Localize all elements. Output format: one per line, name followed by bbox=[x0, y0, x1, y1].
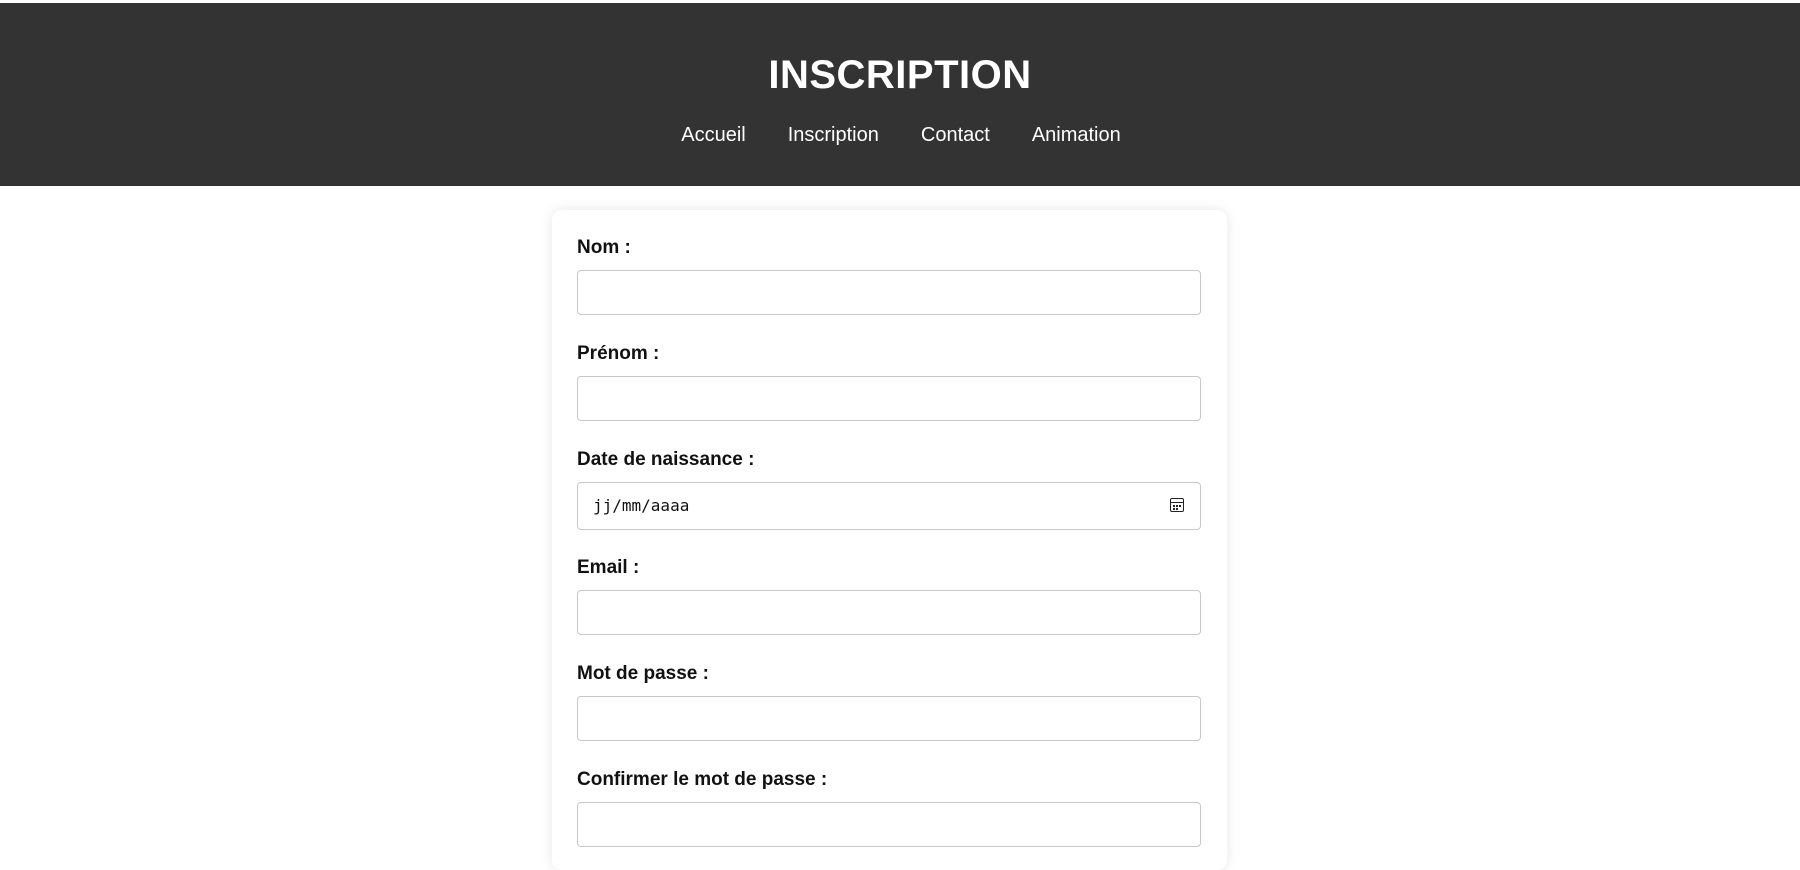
page-title: INSCRIPTION bbox=[768, 53, 1032, 97]
nav-link-accueil[interactable]: Accueil bbox=[681, 121, 745, 149]
email-label: Email : bbox=[577, 557, 640, 578]
nav-link-animation[interactable]: Animation bbox=[1032, 121, 1121, 149]
registration-form-card: Nom : Prénom : Date de naissance : jj/mm… bbox=[552, 210, 1227, 870]
confirmer-mot-de-passe-input[interactable] bbox=[577, 802, 1201, 847]
date-naissance-label: Date de naissance : bbox=[577, 449, 755, 470]
mot-de-passe-label: Mot de passe : bbox=[577, 663, 709, 684]
date-naissance-input[interactable]: jj/mm/aaaa bbox=[577, 482, 1201, 530]
nav-link-contact[interactable]: Contact bbox=[921, 121, 990, 149]
confirmer-mot-de-passe-label: Confirmer le mot de passe : bbox=[577, 769, 828, 790]
nom-label: Nom : bbox=[577, 237, 631, 258]
date-format-placeholder: jj/mm/aaaa bbox=[593, 496, 690, 515]
site-header: INSCRIPTION Accueil Inscription Contact … bbox=[0, 3, 1800, 186]
email-input[interactable] bbox=[577, 590, 1201, 635]
mot-de-passe-input[interactable] bbox=[577, 696, 1201, 741]
main-navigation: Accueil Inscription Contact Animation bbox=[0, 121, 1800, 149]
calendar-icon[interactable] bbox=[1170, 498, 1184, 512]
nom-input[interactable] bbox=[577, 270, 1201, 315]
nav-link-inscription[interactable]: Inscription bbox=[788, 121, 879, 149]
prenom-input[interactable] bbox=[577, 376, 1201, 421]
prenom-label: Prénom : bbox=[577, 343, 660, 364]
